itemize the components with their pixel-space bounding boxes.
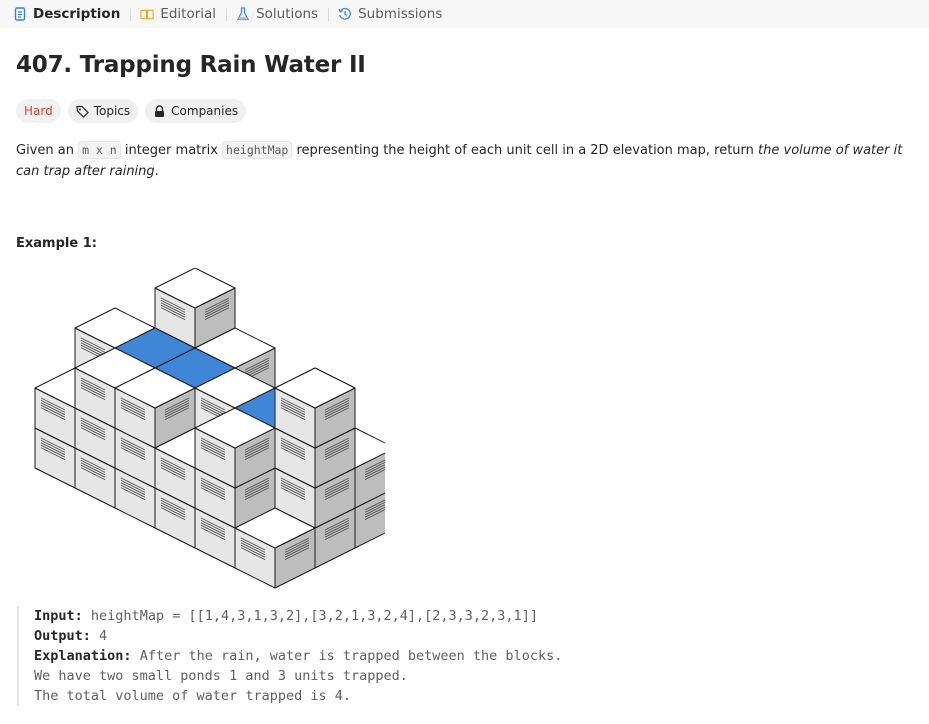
explanation-text: After the rain, water is trapped between… (139, 648, 563, 664)
lock-icon (153, 104, 166, 118)
example-io-block: Input: heightMap = [[1,4,3,1,3,2],[3,2,1… (17, 606, 897, 706)
output-value: 4 (99, 628, 108, 644)
tab-editorial[interactable]: Editorial (140, 0, 216, 28)
example-output-line: Output: 4 (34, 626, 897, 646)
explanation-label: Explanation: (34, 648, 132, 664)
tag-icon (76, 105, 89, 118)
problem-badges: Hard Topics Companies (16, 99, 247, 123)
example-explanation-line: We have two small ponds 1 and 3 units tr… (34, 668, 408, 684)
problem-description: Given an m x n integer matrix heightMap … (16, 140, 916, 182)
tab-submissions[interactable]: Submissions (338, 0, 442, 28)
inline-code-dimensions: m x n (78, 141, 121, 159)
example-explanation-line: Explanation: After the rain, water is tr… (34, 646, 897, 666)
elevation-map-image (34, 267, 396, 589)
problem-title: 407. Trapping Rain Water II (16, 52, 366, 78)
tab-description[interactable]: Description (13, 0, 120, 28)
inline-code-heightmap: heightMap (222, 141, 293, 159)
companies-button[interactable]: Companies (145, 99, 247, 123)
topics-label: Topics (93, 104, 131, 118)
tab-description-label: Description (33, 6, 121, 22)
description-text: . (154, 164, 159, 179)
example-illustration (15, 267, 396, 597)
companies-label: Companies (171, 104, 239, 118)
tab-divider (226, 7, 228, 21)
description-text: integer matrix (120, 143, 223, 158)
history-icon (338, 7, 352, 21)
tab-solutions[interactable]: Solutions (236, 0, 318, 28)
tab-editorial-label: Editorial (160, 6, 217, 22)
tab-submissions-label: Submissions (358, 6, 443, 22)
output-label: Output: (34, 628, 91, 644)
tab-divider (328, 7, 330, 21)
tab-solutions-label: Solutions (256, 6, 319, 22)
example-input-line: Input: heightMap = [[1,4,3,1,3,2],[3,2,1… (34, 606, 897, 626)
example-title: Example 1: (16, 236, 97, 251)
topics-button[interactable]: Topics (67, 99, 139, 123)
description-text: Given an (16, 143, 79, 158)
flask-icon (236, 7, 250, 21)
input-label: Input: (34, 608, 83, 624)
difficulty-badge: Hard (16, 99, 61, 123)
description-icon (13, 7, 27, 21)
book-icon (140, 7, 154, 21)
input-value: heightMap = [[1,4,3,1,3,2],[3,2,1,3,2,4]… (90, 608, 538, 624)
tab-divider (130, 7, 132, 21)
description-text: representing the height of each unit cel… (292, 143, 759, 158)
tab-bar: Description Editorial Solutions Submissi… (0, 0, 929, 28)
example-explanation-line: The total volume of water trapped is 4. (34, 688, 351, 704)
